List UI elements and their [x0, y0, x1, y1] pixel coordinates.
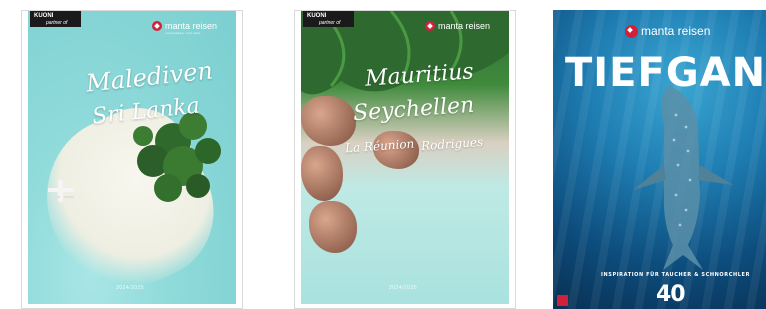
kuoni-partner-logo: KUONI partner of [303, 11, 354, 27]
catalog-cover-tiefgang[interactable]: manta reisen TIEFGANG INSPIRATION FÜR TA… [553, 10, 766, 309]
granite-rock [309, 201, 357, 253]
cover-year: 2024/2025 [389, 285, 418, 291]
granite-rock [301, 146, 343, 201]
anniversary-number: 40 [656, 282, 686, 307]
manta-logo-icon [425, 21, 435, 31]
manta-logo-icon [625, 24, 638, 38]
manta-reisen-brand: manta reisen [425, 21, 490, 31]
cover-image-maldives [28, 11, 236, 304]
cover-tagline: INSPIRATION FÜR TAUCHER & SCHNORCHLER [601, 272, 751, 278]
catalog-cover-maldives[interactable]: KUONI partner of manta reisen unterwasse… [21, 10, 243, 309]
manta-logo-icon [152, 21, 162, 31]
cover-image-mauritius [301, 11, 509, 304]
manta-reisen-brand: manta reisen unterwasser und mehr [152, 21, 217, 35]
cover-title: TIEFGANG [565, 50, 766, 96]
manta-reisen-brand: manta reisen [625, 24, 710, 38]
cover-year: 2024/2025 [116, 285, 145, 291]
granite-rock [301, 96, 356, 146]
kuoni-partner-logo: KUONI partner of [30, 11, 81, 27]
catalog-cover-mauritius[interactable]: KUONI partner of manta reisen Mauritius … [294, 10, 516, 309]
whale-shark-illustration [633, 85, 733, 270]
seaplane-icon [48, 180, 74, 202]
seal-badge-icon [557, 295, 568, 306]
